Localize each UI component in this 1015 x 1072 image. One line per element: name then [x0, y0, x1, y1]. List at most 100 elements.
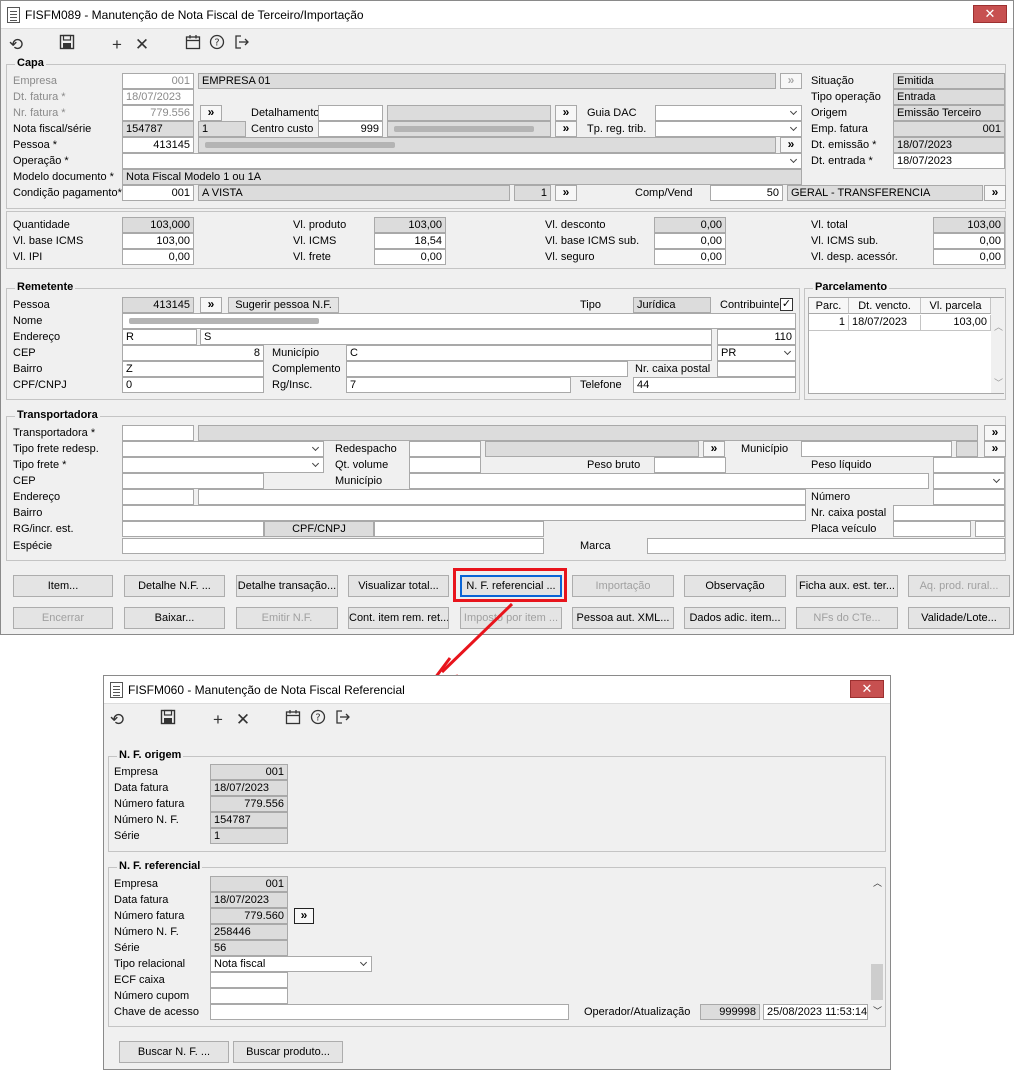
ipi-field[interactable]: 0,00 — [122, 249, 194, 265]
buscar-nf-button[interactable]: Buscar N. F. ... — [119, 1041, 229, 1063]
frete-field[interactable]: 0,00 — [374, 249, 446, 265]
seguro-field[interactable]: 0,00 — [654, 249, 726, 265]
icms-field[interactable]: 18,54 — [374, 233, 446, 249]
transp-municipio-lookup-button[interactable]: » — [984, 441, 1006, 457]
delete-icon[interactable]: ✕ — [232, 709, 254, 731]
ref-numero-cupom-field[interactable] — [210, 988, 288, 1004]
base-icms-field[interactable]: 103,00 — [122, 233, 194, 249]
rem-bairro-field[interactable]: Z — [122, 361, 264, 377]
pessoa-field[interactable]: 413145 — [122, 137, 194, 153]
transp-endereco-tipo-field[interactable] — [122, 489, 194, 505]
ref-numero-fatura-lookup-button[interactable]: » — [294, 908, 314, 924]
aq-prod-rural-button[interactable]: Aq. prod. rural... — [908, 575, 1010, 597]
undo-icon[interactable]: ⟲ — [106, 709, 128, 731]
main-close-button[interactable]: ✕ — [973, 5, 1007, 23]
condicao-lookup-button[interactable]: » — [555, 185, 577, 201]
comp-vend-field[interactable]: 50 — [710, 185, 783, 201]
redespacho-field[interactable] — [409, 441, 481, 457]
centro-custo-lookup-button[interactable]: » — [555, 121, 577, 137]
ref-tipo-relacional-select[interactable]: Nota fiscal — [210, 956, 372, 972]
ref-chave-acesso-field[interactable] — [210, 1004, 569, 1020]
scroll-down-icon[interactable]: ﹀ — [873, 1004, 882, 1017]
transp-transportadora-field[interactable] — [122, 425, 194, 441]
scroll-up-icon[interactable]: ︿ — [873, 876, 882, 889]
sugerir-pessoa-button[interactable]: Sugerir pessoa N.F. — [228, 297, 339, 313]
buscar-produto-button[interactable]: Buscar produto... — [233, 1041, 343, 1063]
ref-ecf-caixa-field[interactable] — [210, 972, 288, 988]
centro-custo-field[interactable]: 999 — [318, 121, 383, 137]
importacao-button[interactable]: Importação — [572, 575, 674, 597]
transp-bairro-field[interactable] — [122, 505, 806, 521]
transp-cep-field[interactable] — [122, 473, 264, 489]
detalhe-nf-button[interactable]: Detalhe N.F. ... — [124, 575, 225, 597]
operacao-select[interactable] — [122, 153, 802, 169]
rem-nome-field[interactable]: N — [122, 313, 796, 329]
comp-vend-lookup-button[interactable]: » — [984, 185, 1006, 201]
parc-cell-vencimento[interactable]: 18/07/2023 — [849, 315, 921, 331]
parcelamento-scrollbar[interactable]: ︿ ﹀ — [991, 298, 1005, 393]
transp-municipio2-field[interactable] — [409, 473, 929, 489]
tipo-frete-redesp-select[interactable] — [122, 441, 324, 457]
transp-lookup-button[interactable]: » — [984, 425, 1006, 441]
nfs-do-cte-button[interactable]: NFs do CTe... — [796, 607, 898, 629]
rem-numero-field[interactable]: 110 — [717, 329, 796, 345]
pessoa-aut-xml-button[interactable]: Pessoa aut. XML... — [572, 607, 674, 629]
dados-adic-item-button[interactable]: Dados adic. item... — [684, 607, 786, 629]
rem-complemento-field[interactable] — [346, 361, 628, 377]
rem-endereco-field[interactable]: S — [200, 329, 712, 345]
rem-caixa-postal-field[interactable] — [717, 361, 796, 377]
placa-veiculo-field[interactable] — [893, 521, 971, 537]
rem-pessoa-lookup-button[interactable]: » — [200, 297, 222, 313]
parc-header-parcela[interactable]: Parc. — [809, 298, 849, 314]
scroll-down-icon[interactable]: ﹀ — [994, 376, 1003, 389]
dt-entrada-field[interactable]: 18/07/2023 — [893, 153, 1005, 169]
parc-cell-parcela[interactable]: 1 — [809, 315, 849, 331]
placa-uf-field[interactable] — [975, 521, 1005, 537]
parc-header-vencimento[interactable]: Dt. vencto. — [849, 298, 921, 314]
ficha-aux-button[interactable]: Ficha aux. est. ter... — [796, 575, 898, 597]
save-icon[interactable] — [56, 34, 78, 56]
peso-liquido-field[interactable] — [933, 457, 1005, 473]
qt-volume-field[interactable] — [409, 457, 481, 473]
rem-cep-field[interactable]: 8 — [122, 345, 264, 361]
rem-rg-field[interactable]: 7 — [346, 377, 571, 393]
item-button[interactable]: Item... — [13, 575, 113, 597]
desp-acessor-field[interactable]: 0,00 — [933, 249, 1005, 265]
exit-icon[interactable] — [231, 34, 253, 56]
transp-cpf-field[interactable] — [374, 521, 544, 537]
transp-numero-field[interactable] — [933, 489, 1005, 505]
emitir-nf-button[interactable]: Emitir N.F. — [236, 607, 338, 629]
tp-reg-trib-select[interactable] — [655, 121, 802, 137]
redespacho-lookup-button[interactable]: » — [703, 441, 725, 457]
scroll-thumb[interactable] — [871, 964, 883, 1000]
undo-icon[interactable]: ⟲ — [5, 34, 27, 56]
rem-endereco-tipo-field[interactable]: R — [122, 329, 197, 345]
base-icms-sub-field[interactable]: 0,00 — [654, 233, 726, 249]
detalhamento-lookup-button[interactable]: » — [555, 105, 577, 121]
add-icon[interactable]: + — [106, 34, 128, 56]
referencial-scrollbar[interactable]: ︿ ﹀ — [870, 876, 884, 1020]
save-icon[interactable] — [157, 709, 179, 731]
exit-icon[interactable] — [332, 709, 354, 731]
scroll-up-icon[interactable]: ︿ — [994, 320, 1003, 333]
nr-fatura-lookup-button[interactable]: » — [200, 105, 222, 121]
transp-caixa-postal-field[interactable] — [893, 505, 1005, 521]
rem-municipio-field[interactable]: C — [346, 345, 712, 361]
guia-dac-select[interactable] — [655, 105, 802, 121]
visualizar-total-button[interactable]: Visualizar total... — [348, 575, 449, 597]
transp-uf-select[interactable] — [933, 473, 1005, 489]
icms-sub-field[interactable]: 0,00 — [933, 233, 1005, 249]
validade-lote-button[interactable]: Validade/Lote... — [908, 607, 1010, 629]
parc-header-valor[interactable]: Vl. parcela — [921, 298, 991, 314]
rem-uf-select[interactable]: PR — [717, 345, 796, 361]
transp-rg-field[interactable] — [122, 521, 264, 537]
pessoa-lookup-button[interactable]: » — [780, 137, 802, 153]
calendar-icon[interactable] — [182, 34, 204, 56]
rem-cpf-field[interactable]: 0 — [122, 377, 264, 393]
transp-municipio-field[interactable] — [801, 441, 952, 457]
calendar-icon[interactable] — [282, 709, 304, 731]
add-icon[interactable]: + — [207, 709, 229, 731]
help-icon[interactable]: ? — [307, 709, 329, 731]
help-icon[interactable]: ? — [206, 34, 228, 56]
delete-icon[interactable]: ✕ — [131, 34, 153, 56]
